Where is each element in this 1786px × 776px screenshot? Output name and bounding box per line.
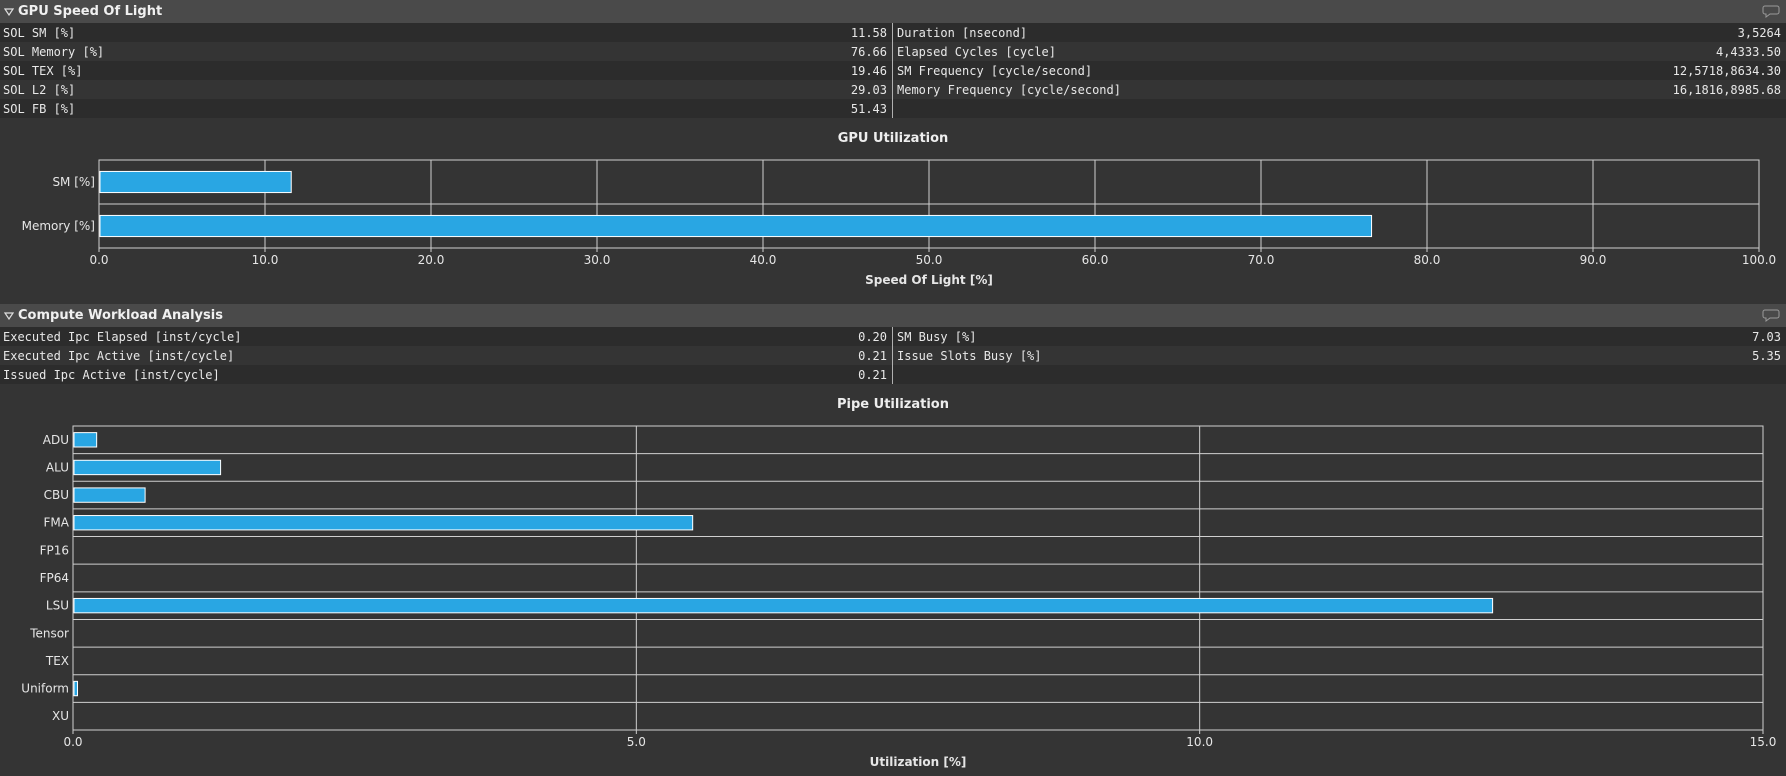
metric-name: Duration [nsecond] [897,25,1028,40]
category-label-memory: Memory [%] [22,219,95,233]
bar-adu [73,432,98,448]
x-tick-label: 0.0 [63,735,82,749]
x-tick-label: 90.0 [1580,253,1607,267]
x-axis-title: Speed Of Light [%] [865,273,993,287]
section-header-gpu-speed-of-light[interactable]: GPU Speed Of Light [0,0,1786,23]
bar-memory [99,214,1373,238]
metric-value: 0.21 [858,348,887,363]
comment-icon[interactable] [1762,307,1780,326]
metric-value: 11.58 [850,25,887,40]
category-label-sm: SM [%] [52,175,95,189]
metric-cell: Issue Slots Busy [%] 5.35 [893,346,1786,365]
metric-cell: Duration [nsecond] 3,5264 [893,23,1786,42]
metrics-table-speed-of-light: SOL SM [%] 11.58 Duration [nsecond] 3,5264… [0,23,1786,118]
bar-sm [99,170,292,194]
x-axis-title: Utilization [%] [870,755,967,769]
collapse-triangle-icon[interactable] [0,0,18,23]
x-tick-label: 80.0 [1414,253,1441,267]
category-label-tensor: Tensor [29,626,69,640]
metric-value: 5.35 [1752,348,1781,363]
category-label-alu: ALU [46,460,69,474]
category-label-fma: FMA [44,516,70,530]
x-tick-label: 10.0 [1186,735,1213,749]
bar-uniform [73,680,79,697]
category-label-lsu: LSU [46,599,69,613]
metric-cell: SM Busy [%] 7.03 [893,327,1786,346]
metric-name: SM Frequency [cycle/second] [897,63,1093,78]
x-tick-label: 0.0 [89,253,108,267]
category-label-adu: ADU [43,433,69,447]
metric-cell: SOL L2 [%] 29.03 [0,80,893,99]
metric-cell: Issued Ipc Active [inst/cycle] 0.21 [0,365,893,384]
metrics-table-compute-workload: Executed Ipc Elapsed [inst/cycle] 0.20 SM… [0,327,1786,384]
gpu-utilization-chart: 0.0 10.0 20.0 30.0 40.0 50.0 60.0 70.0 80.0 90.0 1… [22,159,1776,287]
metric-cell-empty [893,365,1786,384]
bar-alu [73,459,222,476]
category-label-uniform: Uniform [21,682,69,696]
metric-cell: Executed Ipc Active [inst/cycle] 0.21 [0,346,893,365]
x-tick-label: 10.0 [252,253,279,267]
metric-value: 29.03 [850,82,887,97]
x-tick-label: 20.0 [418,253,445,267]
metric-name: SOL TEX [%] [3,63,83,78]
metric-cell: Elapsed Cycles [cycle] 4,4333.50 [893,42,1786,61]
x-tick-label: 70.0 [1248,253,1275,267]
pipe-utilization-chart: 0.0 5.0 10.0 15.0 ADU ALU CBU FMA FP16 FP64 LSU Ten… [21,425,1777,769]
category-label-fp64: FP64 [40,571,69,585]
chart-title-gpu-utilization: GPU Utilization [837,131,949,146]
metric-cell: SOL SM [%] 11.58 [0,23,893,42]
metric-name: Issue Slots Busy [%] [897,348,1042,363]
metric-value: 7.03 [1752,329,1781,344]
metric-cell: SOL Memory [%] 76.66 [0,42,893,61]
metric-value: 51.43 [850,101,887,116]
metric-value: 0.21 [858,367,887,382]
metric-cell: SM Frequency [cycle/second] 12,5718,8634.… [893,61,1786,80]
x-tick-label: 60.0 [1082,253,1109,267]
metric-cell-empty [893,99,1786,118]
metric-name: SOL L2 [%] [3,82,76,97]
collapse-triangle-icon[interactable] [0,304,18,327]
x-tick-label: 40.0 [750,253,777,267]
metric-value: 3,5264 [1737,25,1781,40]
metric-name: Elapsed Cycles [cycle] [897,44,1056,59]
metric-value: 4,4333.50 [1715,44,1781,59]
section-title: GPU Speed Of Light [18,4,163,19]
bar-lsu [73,597,1494,614]
category-label-tex: TEX [45,654,69,668]
metric-name: SOL SM [%] [3,25,76,40]
x-tick-label: 100.0 [1742,253,1776,267]
metric-name: Issued Ipc Active [inst/cycle] [3,367,220,382]
metric-name: Executed Ipc Active [inst/cycle] [3,348,235,363]
metric-name: Memory Frequency [cycle/second] [897,82,1121,97]
metric-cell: Memory Frequency [cycle/second] 16,1816,8… [893,80,1786,99]
metric-value: 19.46 [850,63,887,78]
plot-frame [72,425,1764,731]
bar-fma [73,515,694,531]
section-title: Compute Workload Analysis [18,308,223,323]
metric-cell: SOL FB [%] 51.43 [0,99,893,118]
category-label-xu: XU [52,709,69,723]
category-label-fp16: FP16 [40,543,69,557]
metric-name: Executed Ipc Elapsed [inst/cycle] [3,329,242,344]
metric-name: SOL FB [%] [3,101,76,116]
category-label-cbu: CBU [44,488,69,502]
bar-cbu [73,487,146,503]
metric-value: 12,5718,8634.30 [1672,63,1781,78]
x-tick-label: 30.0 [584,253,611,267]
x-tick-label: 15.0 [1750,735,1777,749]
metric-name: SM Busy [%] [897,329,977,344]
section-header-compute-workload-analysis[interactable]: Compute Workload Analysis [0,304,1786,327]
metric-value: 16,1816,8985.68 [1672,82,1781,97]
metric-name: SOL Memory [%] [3,44,105,59]
x-tick-label: 5.0 [627,735,646,749]
chart-title-pipe-utilization: Pipe Utilization [837,397,949,412]
comment-icon[interactable] [1762,3,1780,22]
x-tick-label: 50.0 [916,253,943,267]
metric-value: 0.20 [858,329,887,344]
metric-cell: Executed Ipc Elapsed [inst/cycle] 0.20 [0,327,893,346]
metric-value: 76.66 [850,44,887,59]
metric-cell: SOL TEX [%] 19.46 [0,61,893,80]
